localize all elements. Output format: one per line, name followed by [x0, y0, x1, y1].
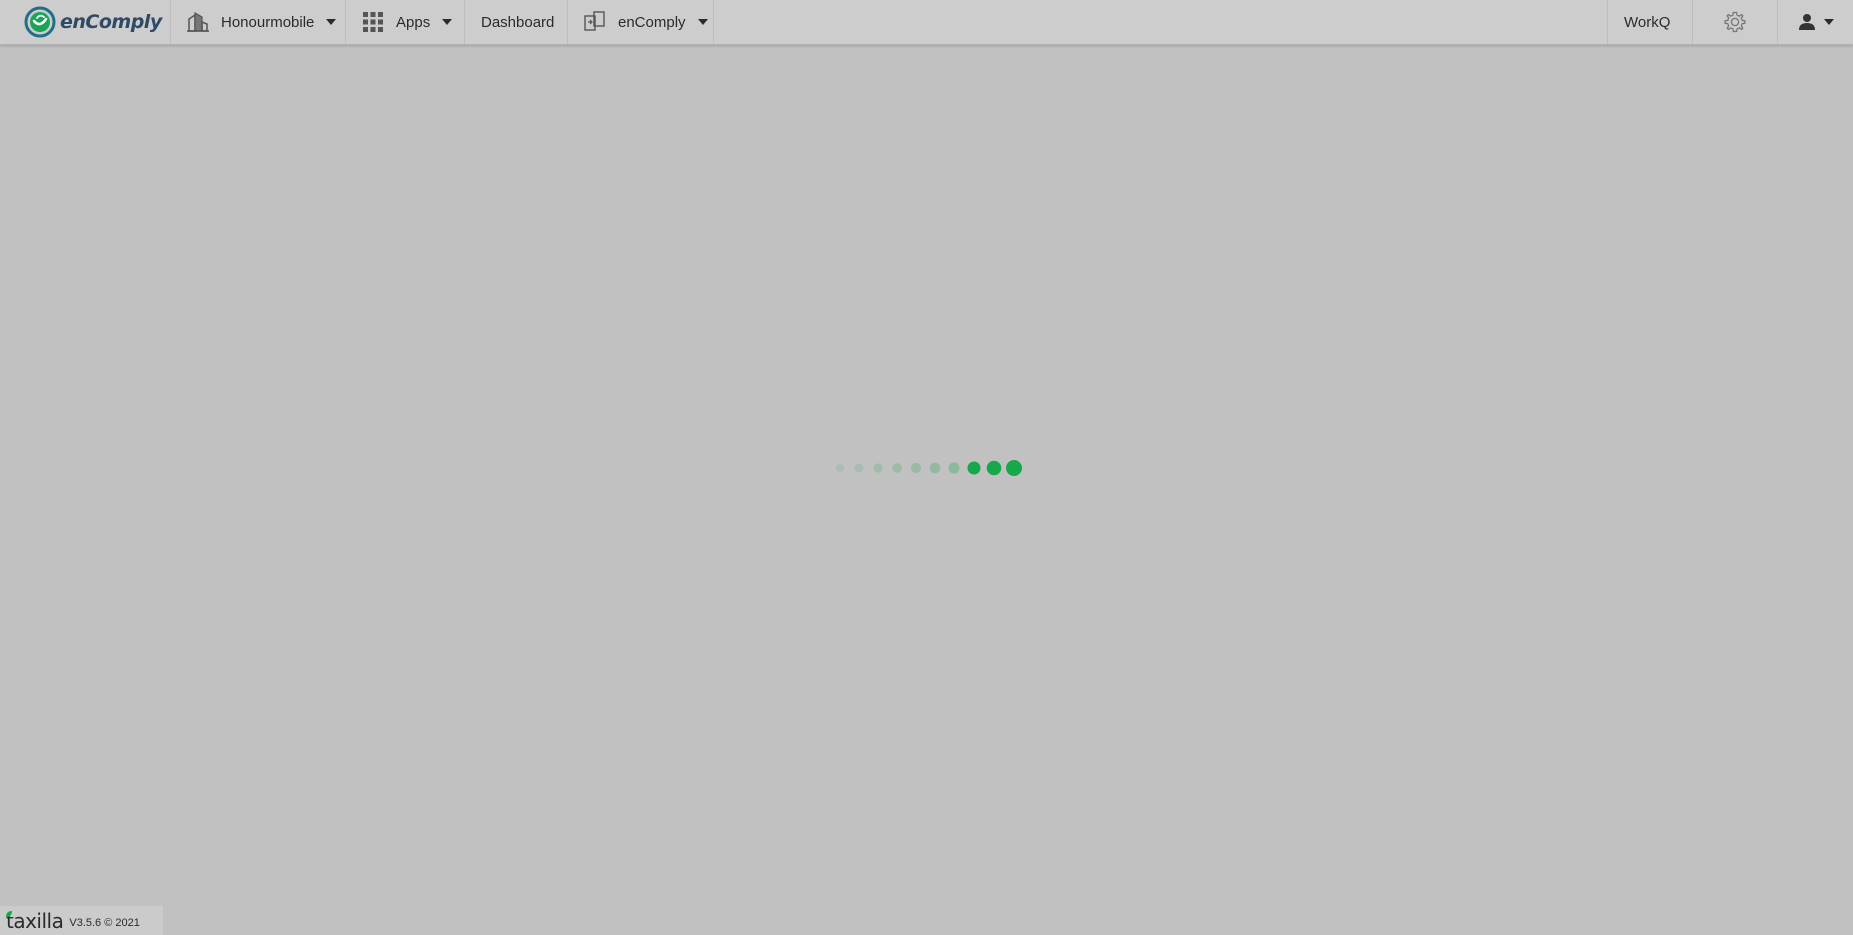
workq-link[interactable]: WorkQ: [1607, 0, 1692, 44]
user-icon: [1798, 14, 1815, 30]
settings-button[interactable]: [1692, 0, 1777, 44]
leaf-icon: [6, 910, 12, 917]
dashboard-link[interactable]: Dashboard: [465, 0, 568, 44]
dashboard-label: Dashboard: [481, 13, 555, 31]
switch-app-icon: [584, 11, 606, 33]
loader-dot: [854, 463, 864, 473]
organization-name: Honourmobile: [221, 13, 315, 31]
footer-version-badge: taxilla V3.5.6 © 2021: [0, 906, 163, 935]
top-navigation-bar: enComply Honourmobile Apps Dashboard enC…: [0, 0, 1853, 45]
chevron-down-icon: [1823, 19, 1834, 25]
building-icon: [187, 12, 209, 32]
user-menu-dropdown[interactable]: [1777, 0, 1853, 44]
gear-icon: [1724, 11, 1746, 33]
loader-dot: [892, 463, 902, 473]
grid-apps-icon: [362, 11, 384, 33]
taxilla-logo-text: taxilla: [6, 908, 64, 933]
loader-dot: [873, 463, 883, 473]
organization-dropdown[interactable]: Honourmobile: [171, 0, 346, 44]
product-label: enComply: [618, 13, 686, 31]
loader-dot: [910, 462, 922, 474]
loader-dot: [929, 462, 941, 474]
encomply-logo-icon: [24, 6, 56, 38]
loader-dot: [967, 461, 981, 475]
brand-logo[interactable]: enComply: [0, 0, 171, 44]
version-text: V3.5.6 © 2021: [69, 916, 140, 929]
loader-dot: [986, 460, 1002, 476]
product-switcher-dropdown[interactable]: enComply: [568, 0, 714, 44]
apps-label: Apps: [396, 13, 431, 31]
loader-dot: [948, 462, 960, 474]
apps-menu[interactable]: Apps: [346, 0, 465, 44]
chevron-down-icon: [442, 19, 453, 25]
chevron-down-icon: [697, 19, 708, 25]
chevron-down-icon: [326, 19, 337, 25]
loader-dot: [1006, 460, 1022, 476]
loader-dot: [836, 464, 844, 472]
taxilla-logo: taxilla: [6, 908, 64, 933]
brand-name: enComply: [60, 11, 162, 33]
workq-label: WorkQ: [1624, 13, 1671, 31]
loading-spinner: [836, 460, 1022, 476]
